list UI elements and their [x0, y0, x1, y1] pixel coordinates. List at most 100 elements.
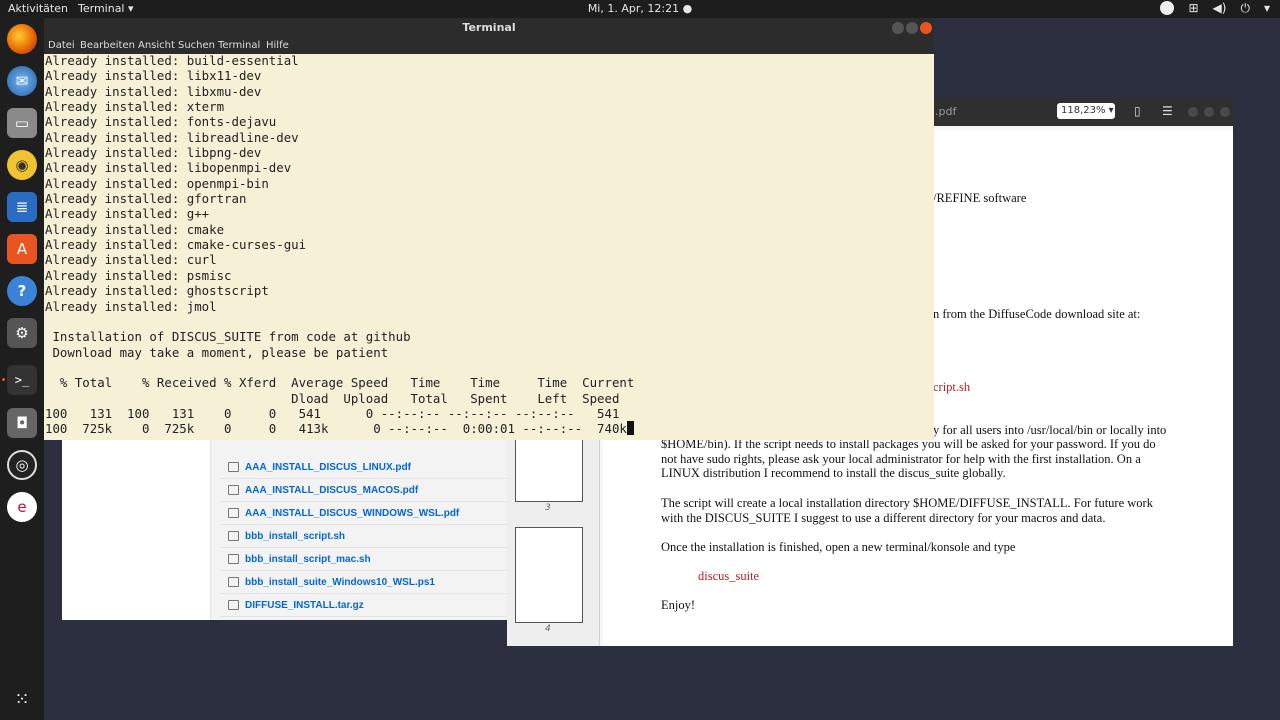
- output-line: Already installed: build-essential: [45, 53, 299, 68]
- paragraph: The script will create a local installat…: [661, 496, 1153, 525]
- asset-link[interactable]: bbb_install_script_mac.sh: [245, 554, 371, 565]
- output-line: Already installed: g++: [45, 206, 210, 222]
- file-icon: [228, 485, 239, 495]
- page-thumbnail[interactable]: [515, 436, 583, 502]
- network-icon[interactable]: ⊞: [1188, 1, 1198, 16]
- asset-link[interactable]: AAA_INSTALL_DISCUS_LINUX.pdf: [245, 462, 411, 473]
- terminal-window: Terminal Datei Bearbeiten Ansicht Suchen…: [44, 18, 934, 440]
- menu-datei[interactable]: Datei: [48, 40, 75, 51]
- obs-icon[interactable]: ◎: [7, 450, 37, 480]
- file-icon: [228, 554, 239, 564]
- editor-icon[interactable]: e: [7, 492, 37, 522]
- terminal-titlebar[interactable]: Terminal: [44, 18, 934, 38]
- menu-hilfe[interactable]: Hilfe: [266, 40, 289, 51]
- power-icon[interactable]: ⏻: [1240, 1, 1250, 16]
- paragraph: Enjoy!: [661, 598, 696, 612]
- output-line: Already installed: fonts-dejavu: [45, 114, 277, 130]
- system-tray[interactable]: ⊞ ◀) ⏻ ▾: [1160, 1, 1270, 16]
- terminal-output[interactable]: Already installed: build-essential Alrea…: [45, 53, 634, 437]
- help-icon[interactable]: ?: [7, 276, 37, 306]
- asset-link[interactable]: AAA_INSTALL_DISCUS_MACOS.pdf: [245, 485, 418, 496]
- window-title: Terminal: [462, 21, 516, 34]
- minimize-button[interactable]: [1188, 107, 1198, 117]
- text-cursor: [626, 421, 634, 436]
- output-line: Already installed: libx11-dev: [45, 68, 262, 84]
- output-line: % Total % Received % Xferd Average Speed…: [45, 375, 635, 391]
- menu-bearbeiten[interactable]: Bearbeiten: [80, 40, 135, 51]
- menu-terminal[interactable]: Terminal: [218, 40, 260, 51]
- script-link[interactable]: cript.sh: [933, 380, 970, 395]
- output-line: Already installed: libopenmpi-dev: [45, 160, 292, 176]
- file-icon: [228, 577, 239, 587]
- rhythmbox-icon[interactable]: ◉: [7, 150, 37, 180]
- file-icon: [228, 600, 239, 610]
- software-icon[interactable]: A: [7, 234, 37, 264]
- maximize-button[interactable]: [1204, 107, 1214, 117]
- thunderbird-icon[interactable]: ✉: [7, 66, 37, 96]
- pdf-title: .pdf: [935, 105, 957, 118]
- asset-item[interactable]: AAA_INSTALL_DISCUS_MACOS.pdf: [220, 479, 510, 502]
- menu-ansicht[interactable]: Ansicht: [138, 40, 175, 51]
- output-line: Already installed: curl: [45, 252, 217, 268]
- bookmark-icon[interactable]: ▯: [1134, 104, 1141, 118]
- firefox-icon[interactable]: [7, 24, 37, 54]
- asset-item[interactable]: AAA_INSTALL_DISCUS_LINUX.pdf: [220, 456, 510, 479]
- output-line: Already installed: cmake: [45, 221, 225, 237]
- camera-icon[interactable]: ◘: [7, 408, 37, 438]
- output-line: Already installed: libreadline-dev: [45, 129, 299, 145]
- paragraph: Once the installation is finished, open …: [661, 540, 1016, 554]
- writer-icon[interactable]: ≣: [7, 192, 37, 222]
- output-line: Already installed: libxmu-dev: [45, 83, 262, 99]
- terminal-icon[interactable]: >_: [7, 365, 37, 395]
- files-icon[interactable]: ▭: [7, 108, 37, 138]
- chevron-down-icon[interactable]: ▾: [1264, 1, 1270, 16]
- menu-suchen[interactable]: Suchen: [178, 40, 215, 51]
- apps-grid-icon[interactable]: ⁙: [7, 684, 37, 714]
- browser-sidebar: [62, 420, 211, 620]
- output-line: Already installed: gfortran: [45, 191, 247, 207]
- output-line: Installation of DISCUS_SUITE from code a…: [45, 329, 411, 345]
- file-icon: [228, 531, 239, 541]
- activities-button[interactable]: Aktivitäten: [8, 2, 68, 15]
- output-line: Already installed: openmpi-bin: [45, 175, 269, 191]
- output-line: Already installed: jmol: [45, 298, 217, 314]
- file-icon: [228, 462, 239, 472]
- maximize-button[interactable]: [906, 22, 918, 34]
- asset-link[interactable]: bbb_install_suite_Windows10_WSL.ps1: [245, 577, 435, 588]
- asset-link[interactable]: DIFFUSE_INSTALL.tar.gz: [245, 600, 364, 611]
- output-line: Download may take a moment, please be pa…: [45, 344, 389, 360]
- volume-icon[interactable]: ◀): [1213, 1, 1227, 16]
- output-line: Already installed: psmisc: [45, 267, 232, 283]
- asset-link[interactable]: bbb_install_script.sh: [245, 531, 345, 542]
- app-menu[interactable]: Terminal ▾: [78, 2, 134, 15]
- close-button[interactable]: [1220, 107, 1230, 117]
- zoom-select[interactable]: 118,23% ▾: [1057, 103, 1115, 119]
- page-thumbnail[interactable]: [515, 527, 583, 623]
- output-line: Already installed: libpng-dev: [45, 145, 262, 161]
- asset-item[interactable]: DIFFUSE_INSTALL.tar.gz: [220, 594, 510, 617]
- asset-item[interactable]: bbb_install_script.sh: [220, 525, 510, 548]
- menu-icon[interactable]: ☰: [1162, 104, 1173, 118]
- file-icon: [228, 508, 239, 518]
- top-bar: Aktivitäten Terminal ▾ Mi, 1. Apr, 12:21…: [0, 0, 1280, 18]
- clock[interactable]: Mi, 1. Apr, 12:21 ●: [0, 2, 1280, 15]
- close-button[interactable]: [920, 22, 932, 34]
- asset-link[interactable]: AAA_INSTALL_DISCUS_WINDOWS_WSL.pdf: [245, 508, 459, 519]
- minimize-button[interactable]: [892, 22, 904, 34]
- output-line: Already installed: cmake-curses-gui: [45, 237, 307, 253]
- output-line: 100 725k 0 725k 0 0 413k 0 --:--:-- 0:00…: [45, 421, 627, 437]
- paragraph: $HOME/bin). If the script needs to insta…: [661, 437, 1156, 481]
- running-indicator: [2, 378, 5, 381]
- asset-item[interactable]: bbb_install_script_mac.sh: [220, 548, 510, 571]
- settings-icon[interactable]: ⚙: [7, 318, 37, 348]
- page-text-fragment: /REFINE software: [933, 191, 1027, 205]
- thumbnail-number: 4: [545, 624, 551, 634]
- page-text-fragment: y for all users into /usr/local/bin or l…: [933, 423, 1167, 437]
- asset-item[interactable]: bbb_install_suite_Windows10_WSL.ps1: [220, 571, 510, 594]
- asset-item[interactable]: AAA_INSTALL_DISCUS_WINDOWS_WSL.pdf: [220, 502, 510, 525]
- terminal-menubar: Datei Bearbeiten Ansicht Suchen Terminal…: [44, 38, 934, 54]
- output-line: Already installed: ghostscript: [45, 283, 269, 299]
- output-line: Already installed: xterm: [45, 99, 225, 115]
- thumbnail-number: 3: [545, 503, 551, 513]
- obs-tray-icon[interactable]: [1160, 1, 1175, 15]
